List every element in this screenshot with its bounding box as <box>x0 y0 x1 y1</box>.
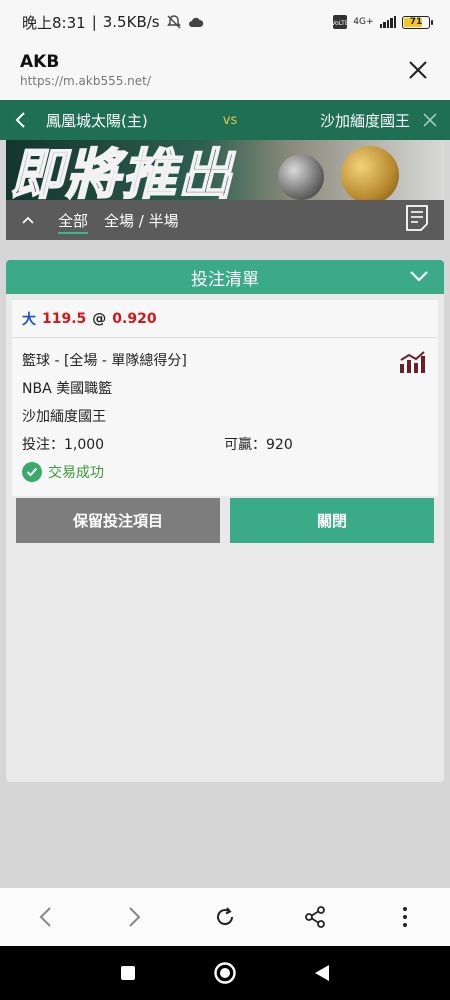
bet-details: 籃球 - [全場 - 單隊總得分] NBA 美國職籃 沙加緬度國王 投注：1,0… <box>12 338 438 496</box>
system-back-button[interactable] <box>298 949 346 997</box>
triangle-back-icon <box>314 965 329 981</box>
bet-selection: 大 119.5 @ 0.920 <box>12 300 438 338</box>
status-time: 晚上8:31 <box>22 13 86 32</box>
collapse-button[interactable] <box>6 215 50 225</box>
close-icon <box>423 113 437 127</box>
bet-card: 大 119.5 @ 0.920 籃球 - [全場 - 單隊總得分] NBA 美國… <box>12 300 438 496</box>
close-button[interactable]: 關閉 <box>230 498 434 543</box>
selection-at: @ <box>92 310 107 327</box>
svg-text:VoLTE: VoLTE <box>333 20 347 27</box>
filter-bar: 全部 全場 / 半場 <box>6 200 444 240</box>
recents-button[interactable] <box>104 949 152 997</box>
document-icon <box>406 205 428 231</box>
reload-button[interactable] <box>201 893 249 941</box>
site-title: AKB <box>20 52 60 72</box>
chevron-left-icon <box>39 907 51 927</box>
sport-market: 籃球 - [全場 - 單隊總得分] <box>22 353 187 369</box>
stats-icon[interactable] <box>398 350 428 374</box>
status-text: 交易成功 <box>48 465 104 481</box>
chevron-right-icon <box>129 907 141 927</box>
home-circle-icon <box>214 962 236 984</box>
league-name: NBA 美國職籃 <box>22 381 113 397</box>
network-type: 4G+ <box>353 17 374 27</box>
browser-nav-bar <box>0 888 450 946</box>
status-message: 交易成功 <box>22 458 428 486</box>
reload-icon <box>217 907 234 926</box>
chevron-left-icon <box>15 112 25 128</box>
square-icon <box>121 966 136 980</box>
home-button[interactable] <box>201 949 249 997</box>
bet-list-button[interactable] <box>404 204 430 236</box>
browser-title-bar: AKB https://m.akb555.net/ <box>0 44 450 100</box>
status-bar: 晚上8:31 | 3.5KB/s VoLTE 4G+ 71 <box>0 0 450 44</box>
selection-direction: 大 <box>22 311 36 328</box>
status-net-speed: 3.5KB/s <box>102 13 160 31</box>
battery-icon: 71 <box>402 15 433 29</box>
cloud-icon <box>188 17 203 27</box>
more-button[interactable] <box>381 893 429 941</box>
banner-text: 即將推出 <box>9 142 234 200</box>
bet-slip-panel: 投注清單 大 119.5 @ 0.920 籃球 - [全場 - 單隊總得分] N <box>6 260 444 782</box>
keep-bets-button[interactable]: 保留投注項目 <box>16 498 220 543</box>
back-button[interactable] <box>0 100 40 140</box>
site-url: https://m.akb555.net/ <box>20 74 151 88</box>
match-close-button[interactable] <box>410 100 450 140</box>
selection-line: 119.5 <box>42 310 87 327</box>
signal-icon <box>379 16 396 28</box>
check-circle-icon <box>22 462 42 482</box>
share-button[interactable] <box>291 893 339 941</box>
bell-off-icon <box>166 15 181 29</box>
share-icon <box>305 906 325 928</box>
promo-banner: 即將推出 <box>6 140 444 200</box>
team-name: 沙加緬度國王 <box>22 409 106 425</box>
system-nav-bar <box>0 946 450 1000</box>
vs-label: vs <box>222 112 238 128</box>
bet-slip-header[interactable]: 投注清單 <box>6 260 444 294</box>
close-icon[interactable] <box>406 58 430 82</box>
bet-slip-title: 投注清單 <box>191 269 259 290</box>
home-team: 鳳凰城太陽(主) <box>46 111 148 130</box>
more-vertical-icon <box>403 907 407 927</box>
nav-back-button[interactable] <box>21 893 69 941</box>
battery-level: 71 <box>409 17 423 27</box>
tab-full-half[interactable]: 全場 / 半場 <box>96 200 187 240</box>
stake-amount: 投注：1,000 <box>22 437 105 453</box>
chevron-down-icon[interactable] <box>408 268 430 284</box>
chevron-up-icon <box>22 216 34 224</box>
selection-odds: 0.920 <box>112 310 157 327</box>
tab-all[interactable]: 全部 <box>50 200 96 240</box>
match-header: 鳳凰城太陽(主) vs 沙加緬度國王 <box>0 100 450 140</box>
potential-win: 可贏：920 <box>224 437 293 453</box>
away-team: 沙加緬度國王 <box>319 111 410 130</box>
page-content: 鳳凰城太陽(主) vs 沙加緬度國王 即將推出 全部 全場 / 半場 投注清單 … <box>0 100 450 888</box>
nav-forward-button[interactable] <box>111 893 159 941</box>
action-buttons: 保留投注項目 關閉 <box>16 498 434 543</box>
volte-icon: VoLTE <box>333 15 348 29</box>
ball-graphic <box>278 154 324 200</box>
ball-graphic <box>341 146 399 200</box>
